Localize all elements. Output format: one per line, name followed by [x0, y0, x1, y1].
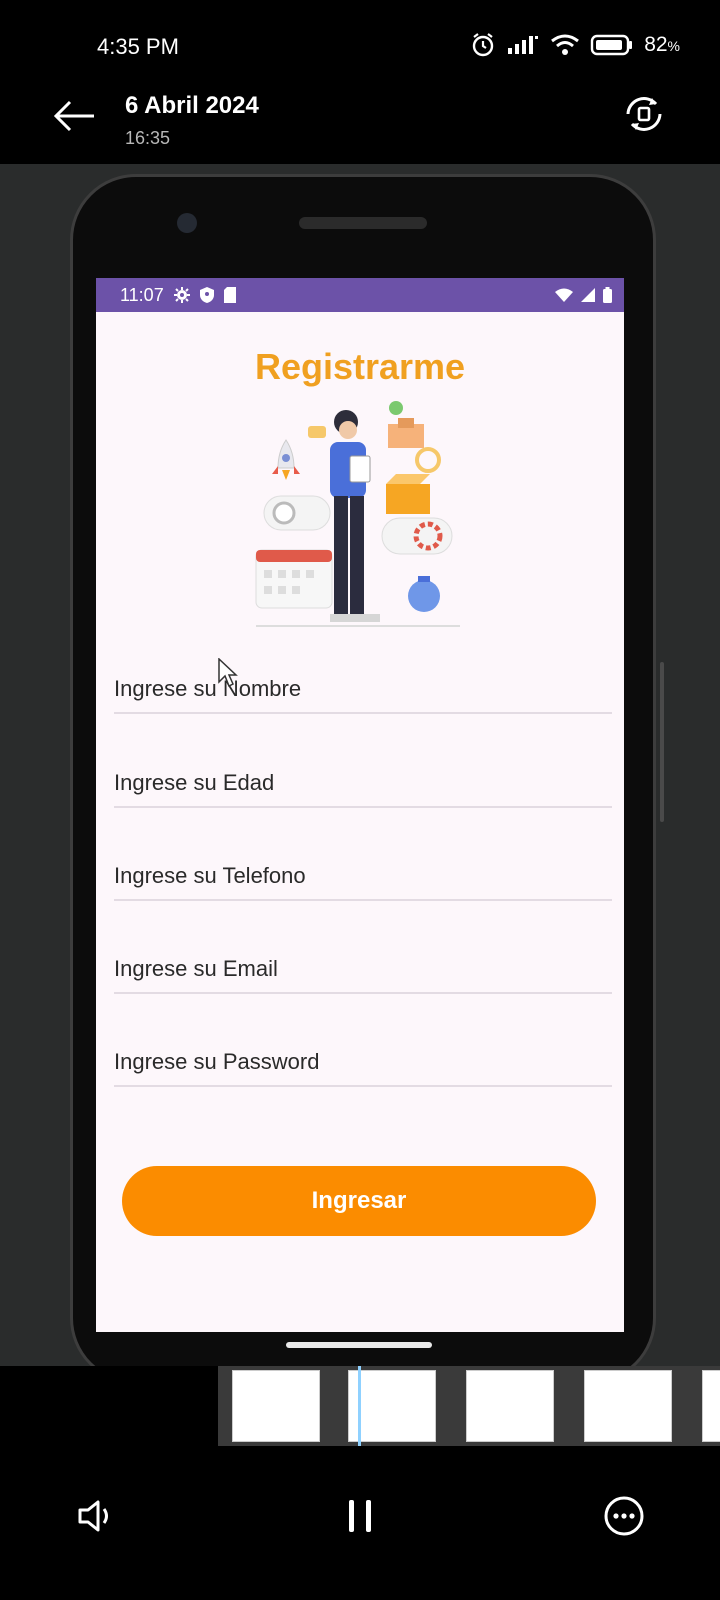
phone-camera — [177, 213, 197, 233]
register-illustration — [255, 401, 460, 627]
mouse-cursor-icon — [218, 658, 238, 688]
timeline-thumbnail[interactable] — [348, 1370, 436, 1442]
video-timeline[interactable] — [0, 1366, 720, 1446]
timeline-thumbnail[interactable] — [702, 1370, 720, 1442]
status-time: 4:35 PM — [97, 34, 179, 59]
back-arrow-icon — [53, 100, 94, 132]
submit-button[interactable]: Ingresar — [122, 1166, 596, 1236]
register-heading: Registrarme — [254, 346, 466, 387]
pause-icon — [349, 1500, 371, 1532]
more-icon — [604, 1496, 644, 1536]
battery-icon — [590, 34, 633, 56]
playback-controls — [0, 1446, 720, 1600]
shield-icon — [199, 287, 214, 303]
phone-input[interactable] — [114, 861, 612, 889]
battery-unit: % — [667, 38, 680, 54]
emulator-signal-icon — [581, 288, 595, 302]
password-field — [114, 1047, 612, 1087]
video-time: 16:35 — [125, 128, 171, 148]
email-field — [114, 954, 612, 994]
more-options-button[interactable] — [600, 1492, 648, 1540]
timeline-thumbnail[interactable] — [466, 1370, 554, 1442]
emulator-wifi-icon — [555, 288, 573, 302]
rocket-icon — [272, 439, 300, 480]
emulator-battery-icon — [603, 287, 612, 303]
age-input[interactable] — [114, 768, 612, 796]
settings-icon — [173, 287, 190, 303]
age-field — [114, 768, 612, 808]
name-input[interactable] — [114, 674, 612, 702]
phone-side-button — [660, 662, 664, 822]
volume-button[interactable] — [72, 1492, 120, 1540]
timeline-playhead[interactable] — [358, 1366, 361, 1446]
volume-icon — [78, 1500, 108, 1532]
name-field — [114, 674, 612, 714]
video-viewer: 4:35 PM 82% 6 Abril 2024 16:35 11:07 Reg… — [0, 0, 720, 1600]
sd-card-icon — [223, 287, 236, 303]
phone-home-indicator — [286, 1342, 432, 1348]
status-icons: 82% — [470, 32, 680, 58]
emulator-time: 11:07 — [120, 284, 164, 305]
battery-value: 82 — [644, 33, 668, 56]
system-status-bar: 4:35 PM 82% — [0, 0, 720, 90]
signal-icon — [508, 36, 539, 54]
pause-button[interactable] — [336, 1492, 384, 1540]
phone-field — [114, 861, 612, 901]
email-input[interactable] — [114, 954, 612, 982]
back-button[interactable] — [50, 92, 98, 140]
battery-percent: 82% — [644, 33, 680, 57]
emulator-screen: 11:07 Registrarme Ingrese su Nombre Ingr… — [96, 278, 624, 1332]
phone-speaker — [299, 217, 427, 229]
video-date: 6 Abril 2024 — [125, 92, 259, 119]
rotate-button[interactable] — [622, 92, 666, 136]
viewer-header: 6 Abril 2024 16:35 — [0, 78, 720, 164]
timeline-thumbnail[interactable] — [584, 1370, 672, 1442]
timeline-thumbnail[interactable] — [232, 1370, 320, 1442]
password-input[interactable] — [114, 1047, 612, 1075]
rotate-icon — [626, 97, 662, 131]
alarm-icon — [472, 33, 494, 57]
emulator-status-bar: 11:07 — [96, 278, 624, 312]
wifi-icon — [551, 34, 580, 55]
